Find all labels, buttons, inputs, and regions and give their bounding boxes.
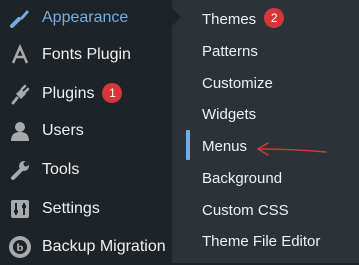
sidebar-item-backup-migration[interactable]: b Backup Migration [0, 229, 172, 265]
sidebar-item-plugins[interactable]: Plugins 1 [0, 76, 172, 112]
paintbrush-icon [8, 6, 32, 30]
sidebar-item-label: Fonts Plugin [42, 46, 131, 63]
sidebar-item-label: Users [42, 122, 84, 139]
submenu-item-custom-css[interactable]: Custom CSS [202, 196, 289, 224]
wrench-icon [8, 158, 32, 182]
submenu-item-label: Background [202, 169, 283, 187]
submenu-item-customize[interactable]: Customize [202, 69, 273, 97]
user-icon [8, 119, 32, 143]
sidebar-item-label: Tools [42, 161, 80, 178]
sidebar-item-label: Backup Migration [42, 238, 166, 255]
sidebar-item-label: Appearance [42, 9, 129, 26]
letter-a-icon [8, 43, 32, 67]
svg-text:b: b [16, 243, 23, 254]
submenu-item-label: Patterns [202, 42, 258, 60]
sidebar-item-appearance[interactable]: Appearance [0, 0, 172, 36]
plugins-update-badge: 1 [102, 83, 123, 103]
themes-update-badge: 2 [264, 8, 285, 28]
sidebar-item-label: Plugins 1 [42, 83, 123, 104]
submenu-notch [172, 8, 181, 26]
submenu-item-label: Menus [202, 137, 248, 155]
submenu-item-label: Theme File Editor [202, 232, 321, 250]
submenu-item-label: Themes [202, 10, 257, 28]
submenu-item-label: Custom CSS [202, 201, 289, 219]
sidebar-item-label: Settings [42, 200, 100, 217]
submenu-item-theme-file-editor[interactable]: Theme File Editor [202, 227, 320, 255]
plugins-label-text: Plugins [42, 85, 95, 103]
sidebar-item-settings[interactable]: Settings [0, 191, 172, 227]
submenu-item-menus[interactable]: Menus [202, 132, 247, 160]
submenu-item-label: Widgets [202, 105, 257, 123]
annotation-arrow-icon [257, 142, 327, 156]
menus-highlight-bar [186, 130, 190, 160]
plug-icon [8, 82, 32, 106]
submenu-item-themes[interactable]: Themes 2 [202, 5, 285, 33]
sidebar-item-fonts-plugin[interactable]: Fonts Plugin [0, 37, 172, 73]
admin-sidebar: Appearance Fonts Plugin Plugins 1 Users … [0, 0, 172, 263]
sidebar-item-users[interactable]: Users [0, 113, 172, 149]
backup-migration-icon: b [8, 235, 32, 259]
submenu-item-label: Customize [202, 74, 273, 92]
submenu-item-background[interactable]: Background [202, 164, 282, 192]
sidebar-item-tools[interactable]: Tools [0, 152, 172, 188]
submenu-item-widgets[interactable]: Widgets [202, 100, 256, 128]
sliders-icon [8, 197, 32, 221]
submenu-item-patterns[interactable]: Patterns [202, 37, 258, 65]
